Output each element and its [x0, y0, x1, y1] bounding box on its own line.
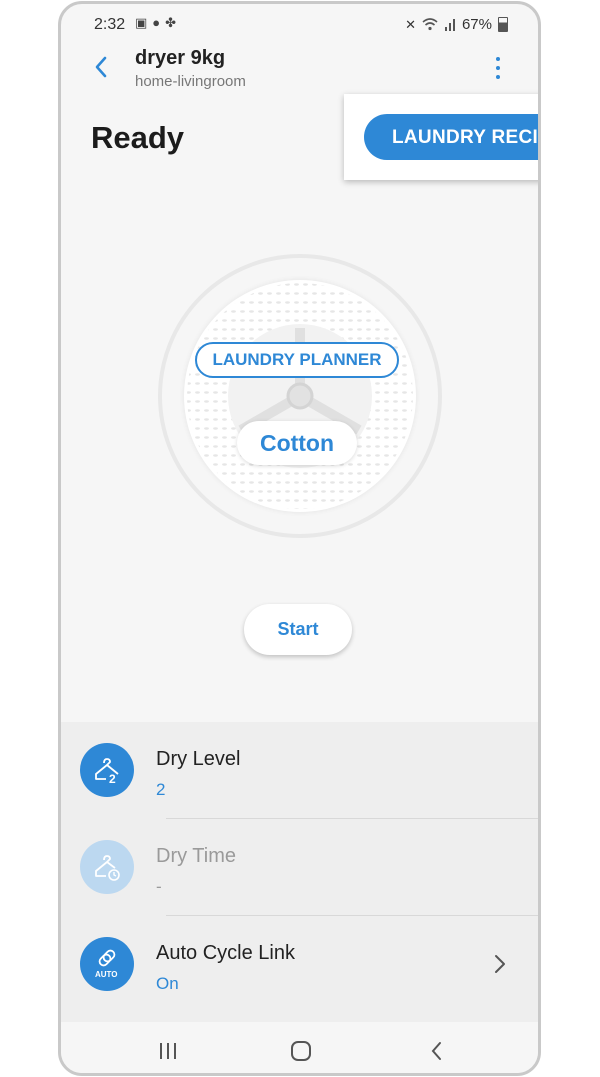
auto-cycle-link-icon: AUTO	[80, 937, 134, 991]
svg-text:AUTO: AUTO	[95, 970, 118, 979]
fan-icon: ✤	[165, 15, 182, 30]
auto-cycle-link-value: On	[156, 974, 179, 993]
laundry-recipe-label: LAUNDRY RECIPE	[392, 127, 539, 148]
svg-text:2: 2	[109, 772, 116, 786]
auto-cycle-link-label: Auto Cycle Link	[156, 942, 295, 964]
drum-face	[184, 280, 416, 512]
battery-icon	[498, 17, 508, 32]
status-bar: 2:32 ▣●✤ ✕ 67%	[61, 4, 538, 44]
wifi-icon	[422, 18, 438, 31]
dry-level-label: Dry Level	[156, 748, 241, 770]
back-arrow-icon[interactable]	[87, 52, 117, 82]
status-time: 2:32	[94, 16, 126, 33]
dry-level-value: 2	[156, 780, 166, 799]
device-location: home-livingroom	[135, 73, 246, 90]
start-button[interactable]: Start	[244, 604, 352, 655]
nav-back-icon[interactable]	[425, 1040, 449, 1062]
device-title: dryer 9kg	[135, 47, 226, 69]
cycle-selector[interactable]: Cotton	[237, 421, 357, 465]
chevron-right-icon	[495, 955, 505, 973]
laundry-recipe-menu-item[interactable]: LAUNDRY RECIPE	[364, 114, 539, 160]
bulb-icon: ●	[152, 15, 166, 30]
dry-time-icon	[80, 840, 134, 894]
list-item-dry-level[interactable]: 2 Dry Level 2	[61, 722, 538, 818]
settings-list: 2 Dry Level 2 Dry Time - AUTO Auto Cycle…	[61, 722, 538, 1022]
recent-apps-icon[interactable]	[157, 1040, 181, 1062]
dry-time-label: Dry Time	[156, 845, 236, 867]
phone-frame: 2:32 ▣●✤ ✕ 67% dryer 9kg home-livingroom…	[58, 1, 541, 1076]
signal-icon	[444, 19, 455, 31]
status-right: ✕ 67%	[405, 16, 508, 33]
overflow-menu: LAUNDRY RECIPE	[344, 94, 539, 180]
dry-level-icon: 2	[80, 743, 134, 797]
image-icon: ▣	[135, 15, 153, 30]
more-options-icon[interactable]	[491, 57, 505, 83]
mute-icon: ✕	[405, 16, 416, 32]
notification-icons: ▣●✤	[135, 15, 181, 31]
list-item-auto-cycle-link[interactable]: AUTO Auto Cycle Link On	[61, 916, 538, 1012]
list-item-dry-time[interactable]: Dry Time -	[61, 819, 538, 915]
home-icon[interactable]	[289, 1040, 313, 1062]
drum-pattern	[187, 283, 413, 509]
device-state: Ready	[91, 120, 185, 155]
laundry-planner-button[interactable]: LAUNDRY PLANNER	[195, 342, 399, 378]
dryer-drum: LAUNDRY PLANNER Cotton	[158, 254, 442, 538]
system-nav-bar	[61, 1022, 538, 1073]
battery-text: 67%	[461, 16, 492, 33]
dry-time-value: -	[156, 877, 162, 896]
